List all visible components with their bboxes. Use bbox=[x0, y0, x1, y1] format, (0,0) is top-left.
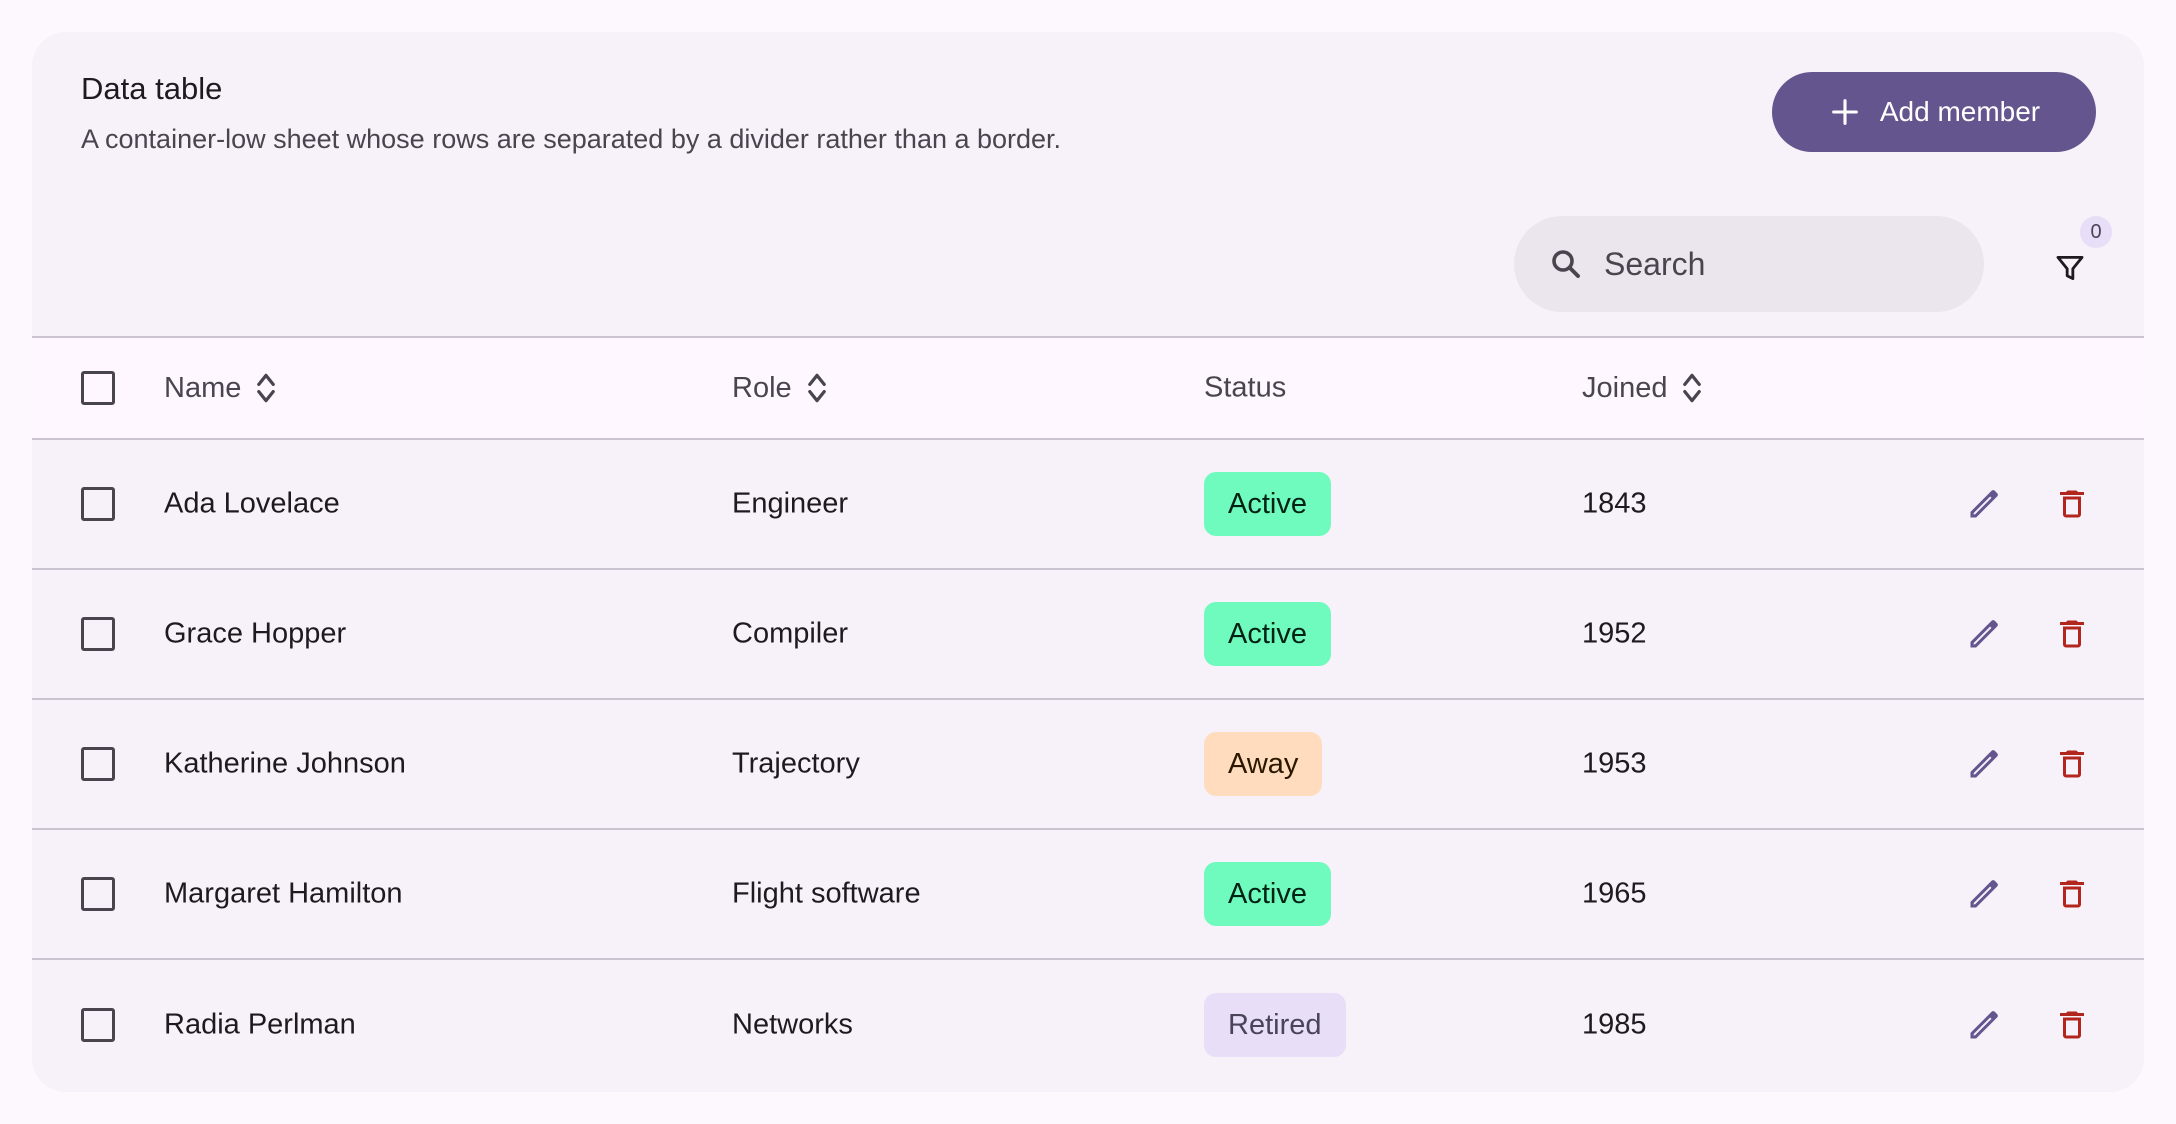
column-header-joined-label: Joined bbox=[1582, 371, 1668, 404]
status-badge: Retired bbox=[1204, 993, 1346, 1057]
delete-button[interactable] bbox=[2048, 610, 2096, 658]
table-row: Radia Perlman Networks Retired 1985 bbox=[32, 960, 2144, 1090]
edit-button[interactable] bbox=[1960, 610, 2008, 658]
cell-status: Retired bbox=[1204, 993, 1346, 1057]
search-field[interactable] bbox=[1514, 216, 1984, 312]
delete-icon bbox=[2060, 1011, 2084, 1039]
cell-role: Engineer bbox=[732, 487, 849, 520]
status-badge: Active bbox=[1204, 862, 1331, 926]
delete-button[interactable] bbox=[2048, 740, 2096, 788]
cell-role: Networks bbox=[732, 1008, 853, 1041]
edit-icon bbox=[1970, 620, 1998, 648]
edit-button[interactable] bbox=[1960, 480, 2008, 528]
edit-button[interactable] bbox=[1960, 1001, 2008, 1049]
cell-joined: 1953 bbox=[1582, 747, 1647, 780]
status-badge: Away bbox=[1204, 732, 1323, 796]
cell-joined: 1965 bbox=[1582, 877, 1647, 910]
cell-role: Trajectory bbox=[732, 747, 860, 780]
sort-icon bbox=[257, 373, 276, 403]
cell-name: Radia Perlman bbox=[164, 1008, 356, 1041]
row-checkbox[interactable] bbox=[81, 1008, 115, 1042]
cell-name: Grace Hopper bbox=[164, 617, 347, 650]
edit-button[interactable] bbox=[1960, 870, 2008, 918]
add-member-button[interactable]: Add member bbox=[1772, 72, 2096, 152]
edit-icon bbox=[1970, 880, 1998, 908]
edit-icon bbox=[1970, 490, 1998, 518]
row-checkbox[interactable] bbox=[81, 877, 115, 911]
edit-icon bbox=[1970, 1011, 1998, 1039]
column-header-status: Status bbox=[1204, 372, 1286, 405]
search-icon bbox=[1552, 250, 1580, 278]
filter-icon bbox=[2056, 255, 2084, 281]
table-row: Grace Hopper Compiler Active 1952 bbox=[32, 570, 2144, 700]
cell-joined: 1843 bbox=[1582, 487, 1647, 520]
column-header-role[interactable]: Role bbox=[732, 370, 828, 406]
column-header-name[interactable]: Name bbox=[164, 370, 277, 406]
sort-icon bbox=[1683, 373, 1702, 403]
column-header-joined[interactable]: Joined bbox=[1582, 370, 1703, 406]
edit-button[interactable] bbox=[1960, 740, 2008, 788]
page-title: Data table bbox=[81, 71, 223, 106]
row-checkbox[interactable] bbox=[81, 617, 115, 651]
table-row: Margaret Hamilton Flight software Active… bbox=[32, 830, 2144, 960]
table-row: Ada Lovelace Engineer Active 1843 bbox=[32, 440, 2144, 570]
delete-icon bbox=[2060, 490, 2084, 518]
status-badge: Active bbox=[1204, 602, 1331, 666]
select-all-checkbox[interactable] bbox=[81, 371, 115, 405]
cell-status: Active bbox=[1204, 472, 1331, 536]
column-header-role-label: Role bbox=[732, 371, 792, 404]
column-header-status-label: Status bbox=[1204, 371, 1287, 404]
cell-joined: 1952 bbox=[1582, 617, 1647, 650]
page-subtitle: A container-low sheet whose rows are sep… bbox=[81, 124, 1062, 154]
delete-button[interactable] bbox=[2048, 870, 2096, 918]
table-row: Katherine Johnson Trajectory Away 1953 bbox=[32, 700, 2144, 830]
cell-joined: 1985 bbox=[1582, 1008, 1647, 1041]
delete-button[interactable] bbox=[2048, 480, 2096, 528]
add-member-label: Add member bbox=[1879, 96, 2041, 127]
filter-button[interactable] bbox=[2048, 246, 2092, 290]
plus-icon bbox=[1831, 99, 1858, 125]
cell-status: Away bbox=[1204, 732, 1323, 796]
cell-role: Flight software bbox=[732, 877, 921, 910]
delete-icon bbox=[2060, 620, 2084, 648]
cell-role: Compiler bbox=[732, 617, 849, 650]
search-input[interactable] bbox=[1602, 244, 1946, 284]
data-table: Name Role Status Joined Ada Lovelace Eng… bbox=[32, 336, 2144, 1090]
table-header-row: Name Role Status Joined bbox=[32, 336, 2144, 440]
cell-status: Active bbox=[1204, 602, 1331, 666]
cell-status: Active bbox=[1204, 862, 1331, 926]
data-table-card: Data table A container-low sheet whose r… bbox=[32, 32, 2144, 1092]
cell-name: Katherine Johnson bbox=[164, 747, 406, 780]
delete-icon bbox=[2060, 750, 2084, 778]
status-badge: Active bbox=[1204, 472, 1331, 536]
filter-count-badge: 0 bbox=[2080, 216, 2112, 248]
delete-icon bbox=[2060, 880, 2084, 908]
table-body: Ada Lovelace Engineer Active 1843 Grace … bbox=[32, 440, 2144, 1090]
delete-button[interactable] bbox=[2048, 1001, 2096, 1049]
edit-icon bbox=[1970, 750, 1998, 778]
cell-name: Ada Lovelace bbox=[164, 487, 340, 520]
row-checkbox[interactable] bbox=[81, 747, 115, 781]
row-checkbox[interactable] bbox=[81, 487, 115, 521]
cell-name: Margaret Hamilton bbox=[164, 877, 403, 910]
column-header-name-label: Name bbox=[164, 371, 242, 404]
sort-icon bbox=[807, 373, 826, 403]
